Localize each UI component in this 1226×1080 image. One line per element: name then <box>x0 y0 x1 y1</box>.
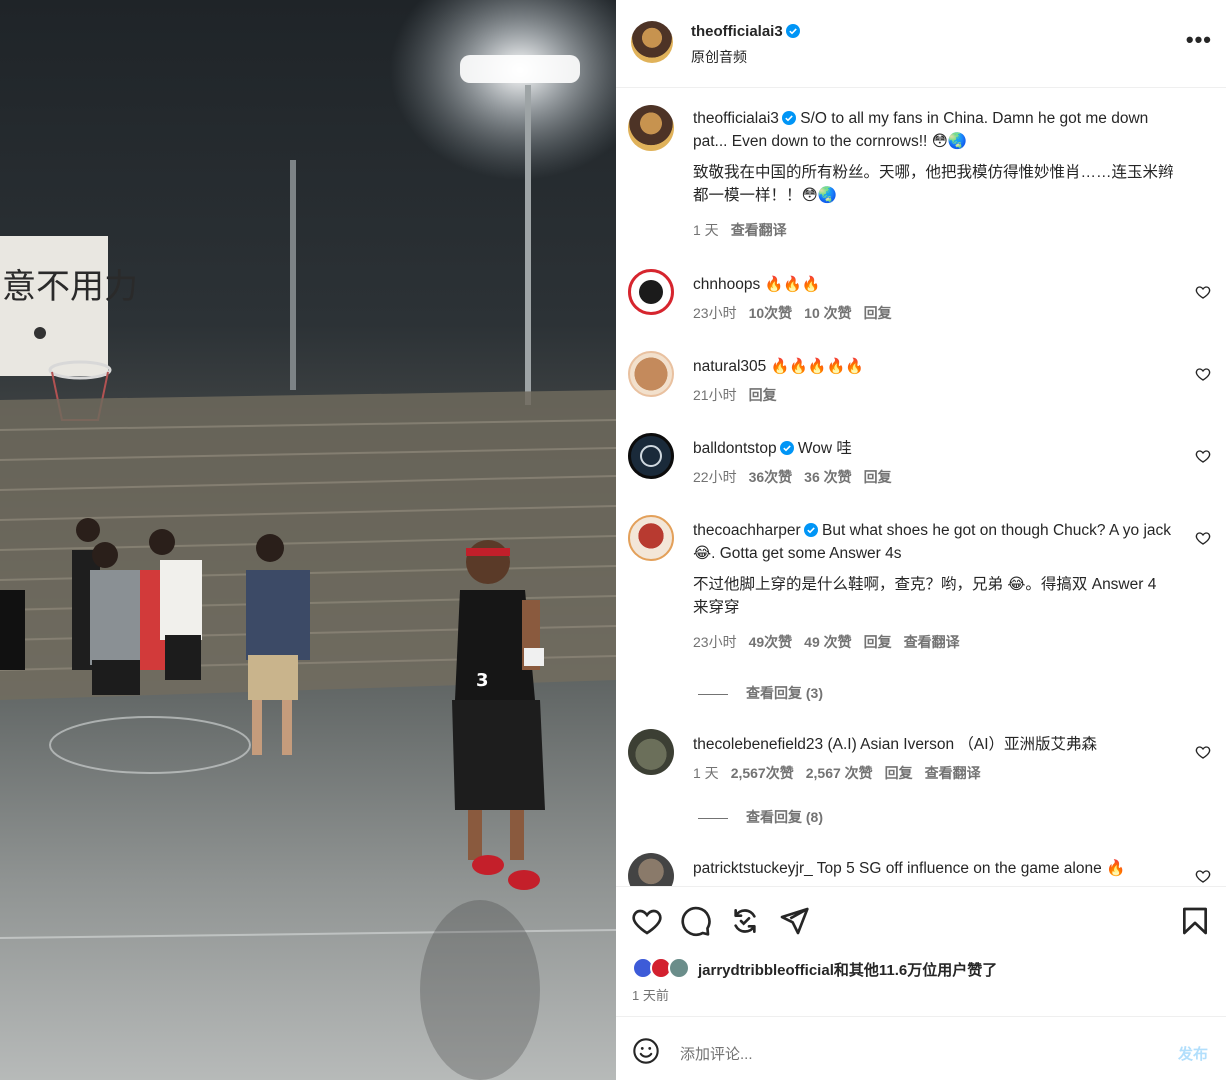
comment-time[interactable]: 23小时 <box>693 305 737 321</box>
commenter-avatar[interactable] <box>628 433 674 479</box>
likes-summary[interactable]: jarrydtribbleofficial和其他11.6万位用户赞了 <box>698 959 997 980</box>
verified-badge-icon <box>803 523 818 537</box>
comment-username[interactable]: chnhoops <box>693 276 760 293</box>
reply-button[interactable]: 回复 <box>864 305 892 321</box>
verified-badge-icon <box>785 24 800 38</box>
add-comment-bar: 添加评论... 发布 <box>616 1016 1226 1080</box>
comment-like-heart-icon[interactable] <box>1195 744 1211 760</box>
caption-time[interactable]: 1 天 <box>693 222 719 238</box>
comment-text: 🔥🔥🔥 <box>764 275 821 293</box>
comment-username[interactable]: patricktstuckeyjr_ <box>693 860 813 877</box>
comment-like-heart-icon[interactable] <box>1195 868 1211 884</box>
comment-text-zh: 不过他脚上穿的是什么鞋啊，查克？哟，兄弟 😂。得搞双 Answer 4 来穿穿 <box>693 576 1157 616</box>
post-time[interactable]: 1 天前 <box>632 985 669 1004</box>
bookmark-icon[interactable] <box>1179 905 1211 937</box>
heart-icon[interactable] <box>631 905 663 937</box>
comment-like-count-alt[interactable]: 2,567 次赞 <box>806 765 873 781</box>
repost-icon[interactable] <box>729 905 761 937</box>
audio-label[interactable]: 原创音频 <box>691 47 747 67</box>
comment-text: (A.I) Asian Iverson （AI）亚洲版艾弗森 <box>827 736 1098 753</box>
comment-icon[interactable] <box>680 905 712 937</box>
liker-avatar <box>668 957 690 979</box>
owner-avatar[interactable] <box>631 21 673 63</box>
more-options-icon[interactable]: ••• <box>1186 29 1212 51</box>
comment-like-count-alt[interactable]: 49 次赞 <box>804 634 851 650</box>
comment-like-count[interactable]: 36次赞 <box>749 469 793 485</box>
post-media[interactable]: 意不用力 3 <box>0 0 616 1080</box>
comment-input[interactable]: 添加评论... <box>680 1043 753 1064</box>
comment-username[interactable]: thecoachharper <box>693 522 801 539</box>
light-pole <box>525 85 531 405</box>
post-header: theofficialai3 原创音频 ••• <box>616 0 1226 88</box>
backboard-sign: 意不用力 <box>2 267 138 307</box>
comment-like-count[interactable]: 49次赞 <box>749 634 793 650</box>
comment-time[interactable]: 23小时 <box>693 634 737 650</box>
player-reflection <box>420 900 540 1080</box>
comment-username[interactable]: thecolebenefield23 <box>693 736 823 753</box>
commenter-avatar[interactable] <box>628 351 674 397</box>
comment-like-count[interactable]: 2,567次赞 <box>731 765 794 781</box>
comment-text: 🔥🔥🔥🔥🔥 <box>770 357 864 375</box>
view-replies-button[interactable]: 查看回复 (8) <box>698 807 823 827</box>
see-translation-button[interactable]: 查看翻译 <box>904 634 960 650</box>
share-icon[interactable] <box>778 905 810 937</box>
liked-by-rest[interactable]: 和其他11.6万位用户赞了 <box>834 962 997 979</box>
comment-time[interactable]: 1 天 <box>693 765 719 781</box>
post-side-panel: theofficialai3 原创音频 ••• theofficialai3 S… <box>616 0 1226 1080</box>
see-translation-button[interactable]: 查看翻译 <box>925 765 981 781</box>
comment-like-heart-icon[interactable] <box>1195 366 1211 382</box>
light-pole-far <box>290 160 296 390</box>
view-replies-button[interactable]: 查看回复 (3) <box>698 683 823 703</box>
svg-text:3: 3 <box>476 670 489 691</box>
commenter-avatar[interactable] <box>628 269 674 315</box>
comments-list[interactable]: theofficialai3 S/O to all my fans in Chi… <box>616 89 1226 886</box>
verified-badge-icon <box>779 441 794 455</box>
commenter-avatar[interactable] <box>628 515 674 561</box>
comment-like-count-alt[interactable]: 36 次赞 <box>804 469 851 485</box>
comment-time[interactable]: 22小时 <box>693 469 737 485</box>
liked-by-username[interactable]: jarrydtribbleofficial <box>698 962 834 979</box>
owner-username[interactable]: theofficialai3 <box>691 23 800 40</box>
stadium-light-glow <box>390 0 616 180</box>
backboard-logo <box>34 327 46 339</box>
comment-text: Wow 哇 <box>797 440 852 457</box>
post-comment-button[interactable]: 发布 <box>1178 1043 1208 1064</box>
reply-button[interactable]: 回复 <box>885 765 913 781</box>
comment-username[interactable]: natural305 <box>693 358 766 375</box>
post-actions: jarrydtribbleofficial和其他11.6万位用户赞了 1 天前 <box>616 886 1226 1016</box>
caption-avatar[interactable] <box>628 105 674 151</box>
comment-like-count[interactable]: 10次赞 <box>749 305 793 321</box>
emoji-icon[interactable] <box>632 1037 660 1065</box>
comment-like-heart-icon[interactable] <box>1195 530 1211 546</box>
commenter-avatar[interactable] <box>628 853 674 886</box>
caption-username[interactable]: theofficialai3 <box>693 110 779 127</box>
comment-like-heart-icon[interactable] <box>1195 448 1211 464</box>
comment-username[interactable]: balldontstop <box>693 440 777 457</box>
see-translation-button[interactable]: 查看翻译 <box>731 222 787 238</box>
reply-button[interactable]: 回复 <box>749 387 777 403</box>
reply-button[interactable]: 回复 <box>864 469 892 485</box>
caption-text-zh: 致敬我在中国的所有粉丝。天哪，他把我模仿得惟妙惟肖……连玉米辫都一模一样！！😳🌏 <box>693 164 1174 204</box>
basketball-court-video-frame: 意不用力 3 <box>0 0 616 1080</box>
comment-text: Top 5 SG off influence on the game alone… <box>816 860 1126 877</box>
commenter-avatar[interactable] <box>628 729 674 775</box>
reply-button[interactable]: 回复 <box>864 634 892 650</box>
verified-badge-icon <box>781 111 796 125</box>
stadium-light <box>460 55 580 83</box>
comment-like-count-alt[interactable]: 10 次赞 <box>804 305 851 321</box>
comment-time[interactable]: 21小时 <box>693 387 737 403</box>
comment-like-heart-icon[interactable] <box>1195 284 1211 300</box>
